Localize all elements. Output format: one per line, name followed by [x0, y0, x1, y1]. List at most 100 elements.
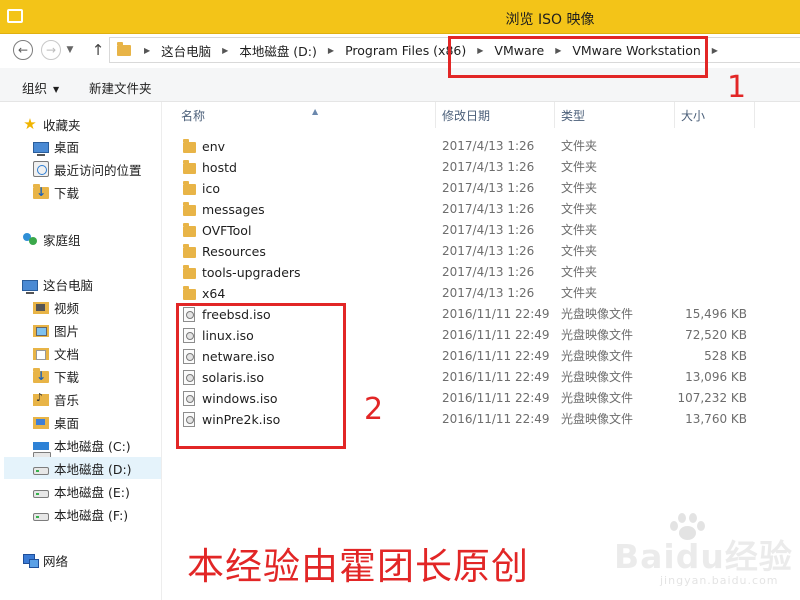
nav-label: 本地磁盘 (C:): [54, 438, 131, 454]
file-date: 2017/4/13 1:26: [442, 160, 535, 174]
file-date: 2016/11/11 22:49: [442, 412, 550, 426]
star-icon: ★: [23, 115, 37, 133]
nav-this-pc[interactable]: 这台电脑: [22, 273, 93, 295]
file-row[interactable]: env 2017/4/13 1:26 文件夹: [163, 136, 800, 157]
column-header-modified[interactable]: 修改日期: [436, 102, 555, 128]
nav-documents[interactable]: 文档: [33, 342, 79, 364]
nav-pc-downloads[interactable]: 下载: [33, 365, 79, 387]
folder-icon: [183, 139, 196, 153]
nav-desktop[interactable]: 桌面: [33, 135, 79, 157]
file-size: [677, 241, 747, 262]
folder-icon: [183, 265, 196, 279]
file-size: 528 KB: [704, 349, 747, 363]
file-size: [677, 220, 747, 241]
nav-label: 网络: [43, 553, 69, 569]
folder-icon: [183, 181, 196, 195]
nav-drive-d[interactable]: 本地磁盘 (D:): [4, 457, 161, 479]
chevron-right-icon[interactable]: ▶: [133, 46, 161, 55]
file-date: 2017/4/13 1:26: [442, 223, 535, 237]
file-row[interactable]: tools-upgraders 2017/4/13 1:26 文件夹: [163, 262, 800, 283]
chevron-right-icon[interactable]: ▶: [211, 46, 239, 55]
baidu-jingyan-watermark: Baidu经验 jingyan.baidu.com: [612, 508, 800, 600]
forward-arrow-icon[interactable]: →: [41, 40, 61, 60]
window-title: 浏览 ISO 映像: [505, 12, 595, 28]
nav-downloads[interactable]: 下载: [33, 181, 79, 203]
back-arrow-icon[interactable]: ←: [13, 40, 33, 60]
file-type: 光盘映像文件: [561, 412, 634, 426]
up-arrow-icon[interactable]: ↑: [88, 40, 108, 60]
nav-label: 桌面: [54, 415, 80, 431]
file-row[interactable]: messages 2017/4/13 1:26 文件夹: [163, 199, 800, 220]
column-header-size[interactable]: 大小: [675, 102, 755, 128]
folder-icon: [183, 286, 196, 300]
file-row[interactable]: x64 2017/4/13 1:26 文件夹: [163, 283, 800, 304]
file-type: 光盘映像文件: [561, 349, 634, 363]
nav-homegroup[interactable]: 家庭组: [22, 228, 81, 250]
file-date: 2016/11/11 22:49: [442, 370, 550, 384]
recent-locations-chevron-icon[interactable]: ▼: [64, 40, 76, 60]
drive-icon: [33, 466, 49, 475]
network-icon: [22, 552, 39, 568]
organize-label: 组织: [22, 81, 48, 96]
recent-places-icon: [33, 161, 49, 177]
file-name: ico: [202, 181, 220, 196]
file-type: 光盘映像文件: [561, 328, 634, 342]
nav-drive-c[interactable]: 本地磁盘 (C:): [33, 434, 131, 459]
file-row[interactable]: Resources 2017/4/13 1:26 文件夹: [163, 241, 800, 262]
annotation-marker-2: 2: [364, 392, 384, 427]
file-type: 光盘映像文件: [561, 307, 634, 321]
organize-button[interactable]: 组织 ▼: [22, 78, 59, 97]
file-row[interactable]: OVFTool 2017/4/13 1:26 文件夹: [163, 220, 800, 241]
nav-recent-places[interactable]: 最近访问的位置: [33, 158, 142, 180]
file-row[interactable]: hostd 2017/4/13 1:26 文件夹: [163, 157, 800, 178]
file-type: 文件夹: [561, 160, 598, 174]
file-size: [677, 283, 747, 304]
file-name: x64: [202, 286, 226, 301]
file-size: [677, 136, 747, 157]
nav-pictures[interactable]: 图片: [33, 319, 79, 341]
computer-icon: [22, 279, 38, 294]
file-name: tools-upgraders: [202, 265, 301, 280]
nav-label: 家庭组: [43, 232, 81, 248]
file-date: 2016/11/11 22:49: [442, 391, 550, 405]
nav-drive-f[interactable]: 本地磁盘 (F:): [33, 503, 128, 525]
file-size: [677, 262, 747, 283]
desktop-folder-icon: [33, 417, 49, 429]
breadcrumb-item[interactable]: 这台电脑: [161, 41, 211, 60]
folder-icon: [183, 202, 196, 216]
file-type: 文件夹: [561, 244, 598, 258]
column-header-type[interactable]: 类型: [555, 102, 675, 128]
pictures-folder-icon: [33, 325, 49, 337]
nav-network[interactable]: 网络: [22, 549, 68, 571]
drive-icon: [33, 512, 49, 521]
nav-music[interactable]: 音乐: [33, 388, 79, 410]
file-date: 2017/4/13 1:26: [442, 265, 535, 279]
file-name: env: [202, 139, 226, 154]
navigation-pane: ★ 收藏夹 桌面 最近访问的位置 下载 家庭组 这台电脑 视频: [0, 102, 162, 600]
file-type: 文件夹: [561, 286, 598, 300]
nav-label: 音乐: [54, 392, 80, 408]
file-row[interactable]: ico 2017/4/13 1:26 文件夹: [163, 178, 800, 199]
downloads-icon: [33, 184, 49, 199]
file-type: 光盘映像文件: [561, 370, 634, 384]
nav-drive-e[interactable]: 本地磁盘 (E:): [33, 480, 130, 502]
file-size: 13,760 KB: [685, 412, 747, 426]
music-folder-icon: [33, 391, 49, 406]
sort-ascending-icon: ▲: [312, 107, 319, 116]
nav-favorites[interactable]: ★ 收藏夹: [22, 113, 80, 135]
nav-pc-desktop[interactable]: 桌面: [33, 411, 79, 433]
nav-videos[interactable]: 视频: [33, 296, 79, 318]
column-header-label: 名称: [181, 109, 206, 123]
breadcrumb-item[interactable]: 本地磁盘 (D:): [239, 41, 317, 60]
nav-label: 桌面: [54, 139, 80, 155]
file-size: 13,096 KB: [685, 370, 747, 384]
nav-label: 最近访问的位置: [54, 162, 142, 178]
file-size: [677, 199, 747, 220]
file-type: 文件夹: [561, 181, 598, 195]
chevron-right-icon[interactable]: ▶: [317, 46, 345, 55]
folder-icon: [183, 160, 196, 174]
column-header-name[interactable]: 名称 ▲: [175, 102, 436, 128]
file-date: 2017/4/13 1:26: [442, 202, 535, 216]
new-folder-button[interactable]: 新建文件夹: [89, 78, 152, 97]
annotation-marker-1: 1: [727, 70, 747, 105]
